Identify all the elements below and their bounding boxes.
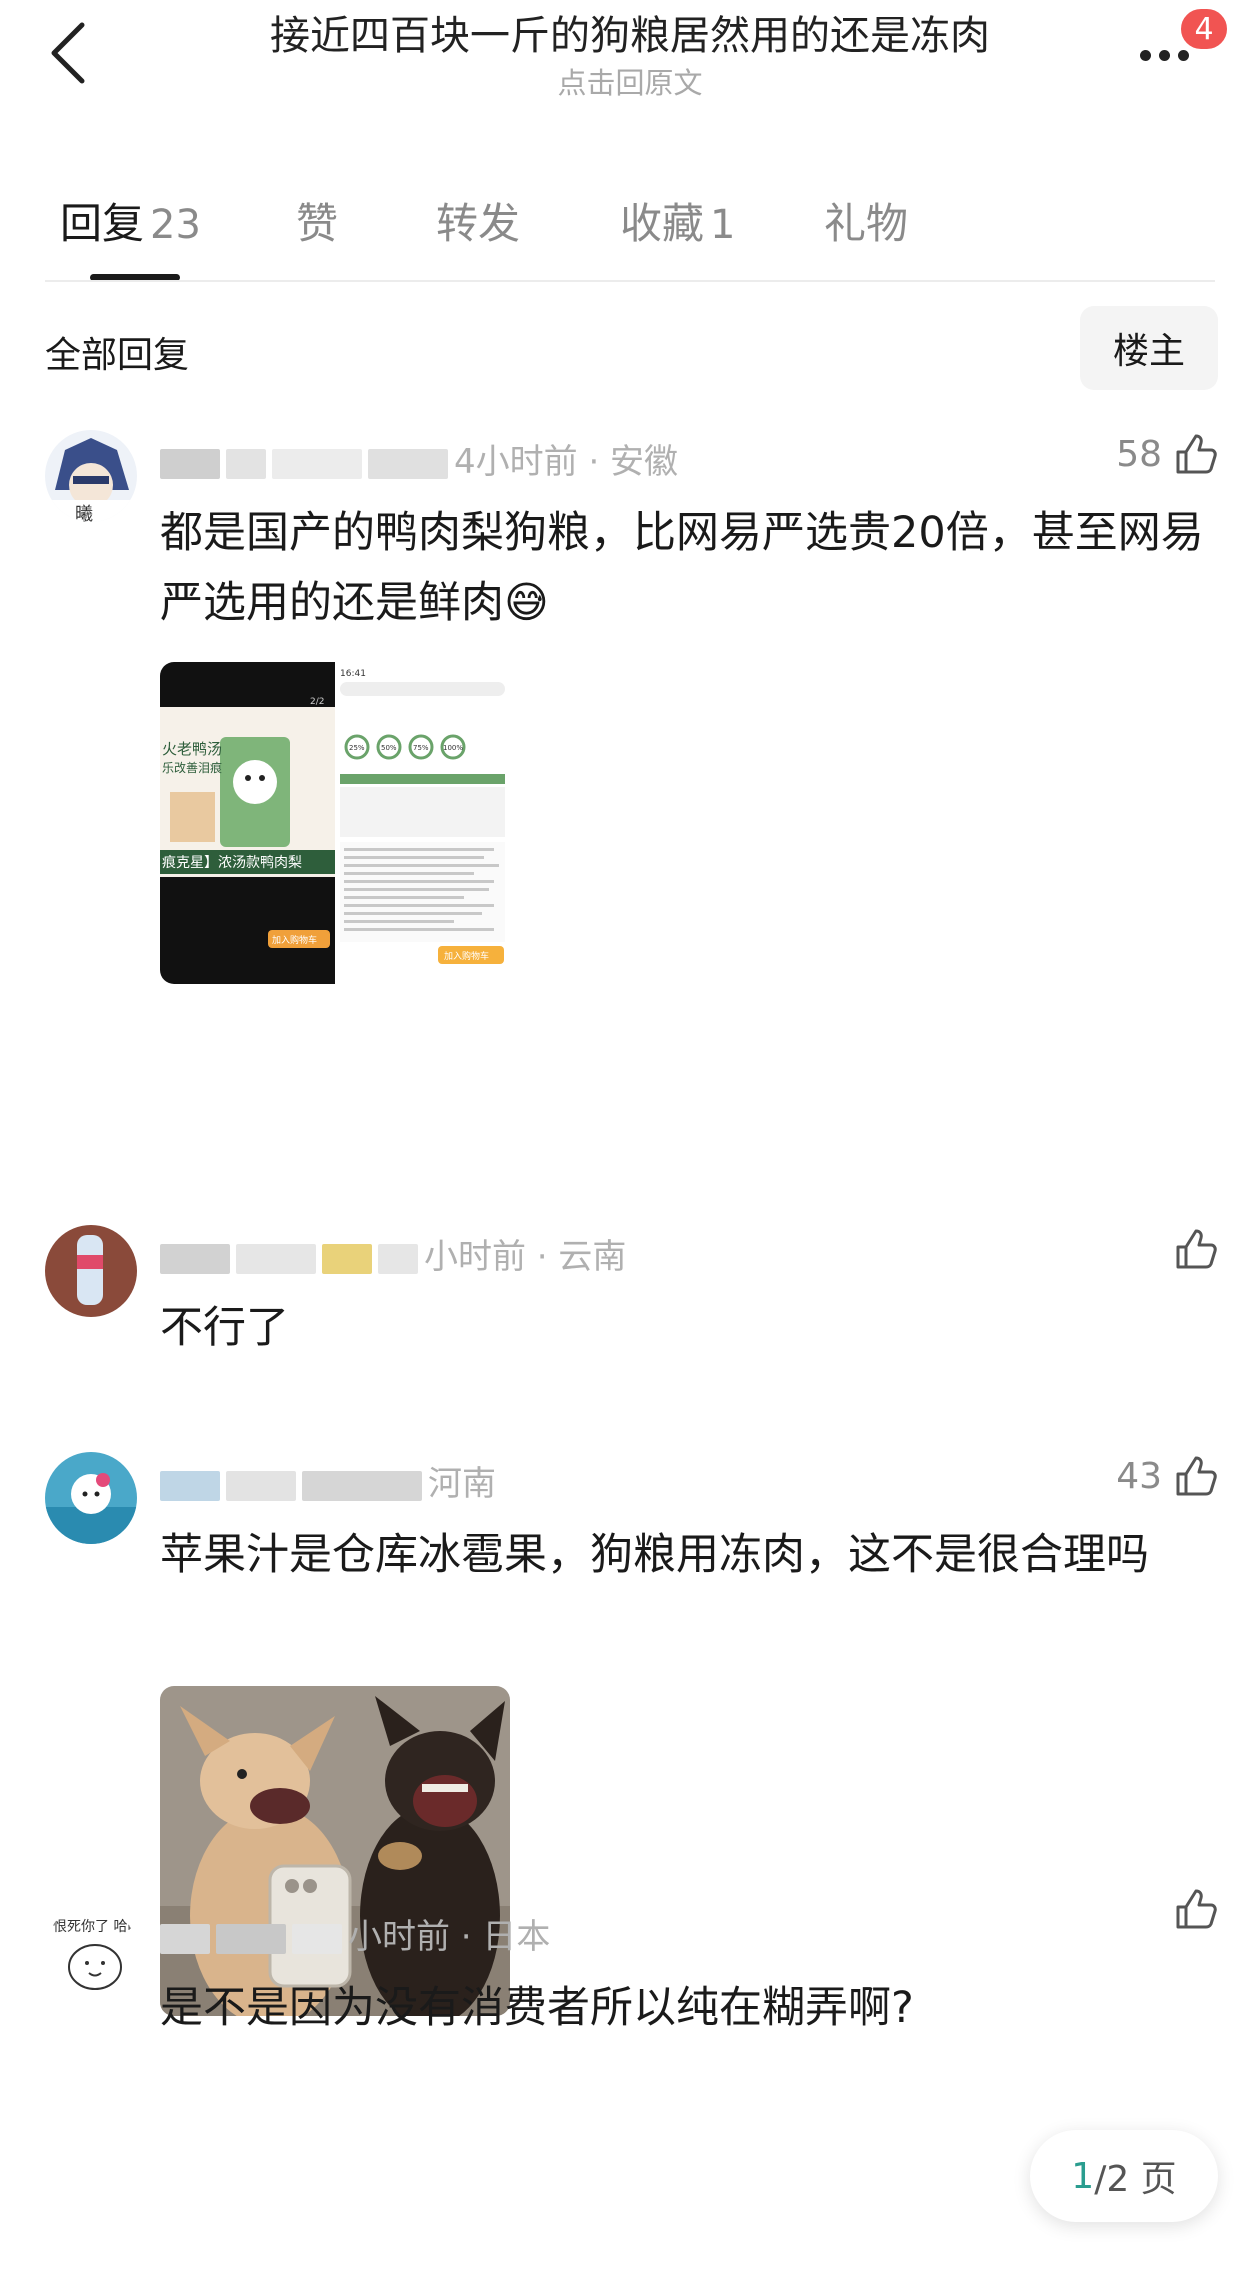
pct-text: 100% (443, 744, 463, 752)
comment-meta: 小时前 · 日本 (160, 1909, 550, 1958)
tab-label: 赞 (296, 199, 339, 248)
divider (45, 280, 1215, 282)
laughing-dogs-image (160, 1686, 510, 2016)
right-time-text: 16:41 (340, 669, 366, 679)
like-count: 58 (1116, 433, 1162, 475)
comment-text: 不行了 (160, 1303, 289, 1353)
left-page-text: 2/2 (310, 697, 324, 707)
avatar-text: 恨死你了 哈哈 (53, 1919, 137, 1935)
notification-badge: 4 (1178, 6, 1230, 52)
thumbs-up-icon (1176, 1889, 1217, 1929)
username-redacted (216, 1923, 286, 1954)
tab-reposts[interactable]: 转发 (436, 190, 520, 251)
comment-time-location: 4小时前 · 安徽 (454, 442, 679, 482)
comment-image[interactable]: 痕克星】浓汤款鸭肉梨 火老鸭汤 乐改善泪痕 2/2 加入购物车 16:41 25… (160, 662, 510, 984)
comment-image[interactable] (160, 1686, 510, 2016)
avatar-image (45, 1225, 137, 1317)
back-button[interactable] (38, 18, 98, 88)
username-redacted (292, 1923, 342, 1954)
username-redacted (160, 1470, 220, 1501)
avatar-image: 恨死你了 哈哈 (45, 1905, 137, 1997)
pct-text: 50% (381, 744, 397, 752)
more-icon (1140, 50, 1189, 61)
op-only-button[interactable]: 楼主 (1080, 306, 1218, 390)
avatar[interactable] (45, 1452, 137, 1544)
username-redacted (368, 448, 448, 479)
like-button[interactable]: 58 (1116, 430, 1220, 478)
like-button[interactable] (1162, 1225, 1220, 1273)
username-redacted (226, 1470, 296, 1501)
back-to-original-link[interactable]: 点击回原文 (180, 60, 1080, 102)
comment-text: 都是国产的鸭肉梨狗粮，比网易严选贵20倍，甚至网易严选用的还是鲜肉😅 (160, 508, 1204, 628)
tab-label: 转发 (436, 199, 521, 248)
username-redacted (160, 1923, 210, 1954)
post-title: 接近四百块一斤的狗粮居然用的还是冻肉 (270, 13, 990, 59)
username-redacted (236, 1243, 316, 1274)
comment-time-location: 小时前 · 日本 (348, 1917, 551, 1957)
comment-meta: 河南 (160, 1456, 496, 1505)
pct-text: 75% (413, 744, 429, 752)
chevron-left-icon (51, 22, 85, 84)
left-sub-text: 乐改善泪痕 (162, 760, 222, 775)
username-redacted (160, 1243, 230, 1274)
avatar-image: 曦 (45, 430, 137, 522)
total-pages: /2 页 (1094, 2159, 1177, 2200)
avatar[interactable]: 曦 (45, 430, 137, 522)
comment-meta: 4小时前 · 安徽 (160, 434, 678, 483)
comment-text: 是不是因为没有消费者所以纯在糊弄啊? (160, 1983, 914, 2033)
current-page: 1 (1071, 2155, 1095, 2197)
comment-text: 苹果汁是仓库冰雹果，狗粮用冻肉，这不是很合理吗 (160, 1530, 1149, 1580)
like-count: 43 (1116, 1455, 1162, 1497)
username-redacted (226, 448, 266, 479)
left-cart-text: 加入购物车 (272, 934, 317, 946)
username-redacted (160, 448, 220, 479)
right-cart-text: 加入购物车 (444, 950, 489, 962)
left-banner-text: 痕克星】浓汤款鸭肉梨 (162, 855, 302, 871)
username-redacted (302, 1470, 422, 1501)
page-indicator[interactable]: 1/2 页 (1030, 2130, 1218, 2222)
tab-replies[interactable]: 回复 23 (60, 190, 201, 251)
tab-favorites[interactable]: 收藏 1 (620, 190, 735, 251)
username-redacted (272, 448, 362, 479)
tab-count: 1 (710, 202, 736, 248)
thumbs-up-icon (1176, 1456, 1217, 1496)
comment-time-location: 小时前 · 云南 (424, 1237, 627, 1277)
thumbs-up-icon (1176, 1229, 1217, 1269)
tab-count: 23 (150, 202, 201, 248)
tab-likes[interactable]: 赞 (296, 190, 338, 251)
username-redacted (378, 1243, 418, 1274)
username-redacted (322, 1243, 372, 1274)
thumbs-up-icon (1176, 434, 1217, 474)
pct-text: 25% (349, 744, 365, 752)
all-replies-label: 全部回复 (45, 335, 190, 376)
top-bar: 接近四百块一斤的狗粮居然用的还是冻肉 点击回原文 4 (0, 0, 1260, 110)
tab-label: 礼物 (824, 199, 909, 248)
tab-label: 收藏 (620, 199, 705, 248)
tab-gifts[interactable]: 礼物 (824, 190, 908, 251)
avatar[interactable]: 恨死你了 哈哈 (45, 1905, 137, 1997)
like-button[interactable]: 43 (1116, 1452, 1220, 1500)
svg-text:曦: 曦 (75, 504, 93, 522)
avatar[interactable] (45, 1225, 137, 1317)
left-product-text: 火老鸭汤 (162, 740, 222, 758)
like-button[interactable] (1162, 1885, 1220, 1933)
comment-meta: 小时前 · 云南 (160, 1229, 626, 1278)
tab-label: 回复 (60, 199, 145, 248)
avatar-image (45, 1452, 137, 1544)
tab-bar: 回复 23 赞 转发 收藏 1 礼物 (0, 180, 1260, 281)
product-screenshots-image: 痕克星】浓汤款鸭肉梨 火老鸭汤 乐改善泪痕 2/2 加入购物车 16:41 25… (160, 662, 510, 984)
comment-time-location: 河南 (428, 1464, 496, 1504)
